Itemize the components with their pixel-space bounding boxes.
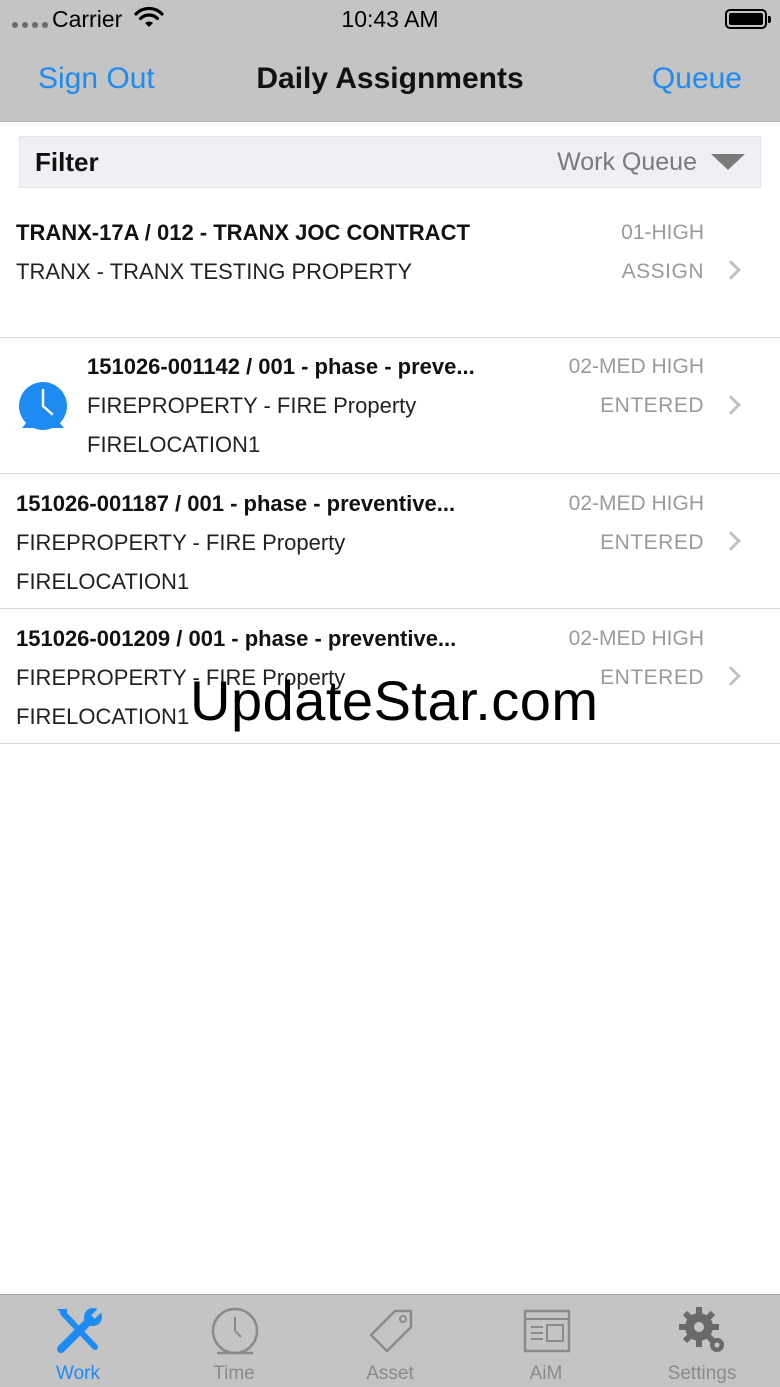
assignment-row[interactable]: 151026-001142 / 001 - phase - preve... F…	[0, 338, 780, 474]
assignment-title: 151026-001187 / 001 - phase - preventive…	[16, 491, 456, 516]
wrench-screwdriver-icon	[57, 1307, 103, 1353]
tab-bar: Work Time Asset AiM Settings	[0, 1294, 780, 1387]
chevron-right-icon	[721, 395, 741, 415]
assignment-property: FIREPROPERTY - FIRE Property	[16, 665, 346, 690]
assignment-row[interactable]: 151026-001187 / 001 - phase - preventive…	[0, 474, 780, 609]
assignment-priority: 02-MED HIGH	[568, 492, 704, 515]
assignment-list: TRANX-17A / 012 - TRANX JOC CONTRACT TRA…	[0, 200, 780, 744]
assignment-status: ENTERED	[600, 394, 704, 417]
assignment-priority: 02-MED HIGH	[568, 355, 704, 378]
clock-icon	[211, 1307, 259, 1355]
assignment-property: FIREPROPERTY - FIRE Property	[16, 530, 346, 555]
tab-label: Settings	[667, 1363, 737, 1384]
filter-bar[interactable]: Filter Work Queue	[19, 136, 761, 188]
tab-time[interactable]: Time	[156, 1295, 312, 1387]
assignment-status: ENTERED	[600, 531, 704, 554]
assignment-row[interactable]: 151026-001209 / 001 - phase - preventive…	[0, 609, 780, 744]
tab-work[interactable]: Work	[0, 1295, 156, 1387]
chevron-right-icon	[721, 260, 741, 280]
alarm-clock-icon	[19, 382, 67, 430]
assignment-title: 151026-001142 / 001 - phase - preve...	[87, 354, 475, 379]
battery-icon	[725, 9, 771, 29]
tab-settings[interactable]: Settings	[624, 1295, 780, 1387]
assignment-status: ENTERED	[600, 666, 704, 689]
assignment-title: TRANX-17A / 012 - TRANX JOC CONTRACT	[16, 220, 470, 245]
status-bar: Carrier 10:43 AM	[0, 0, 780, 40]
chevron-right-icon	[721, 531, 741, 551]
tag-icon	[369, 1309, 413, 1353]
status-time: 10:43 AM	[341, 6, 439, 32]
filter-label: Filter	[35, 146, 99, 177]
assignment-property: FIREPROPERTY - FIRE Property	[87, 393, 417, 418]
chevron-right-icon	[721, 666, 741, 686]
assignment-property: TRANX - TRANX TESTING PROPERTY	[16, 259, 413, 284]
tab-asset[interactable]: Asset	[312, 1295, 468, 1387]
queue-button[interactable]: Queue	[652, 62, 742, 96]
assignment-priority: 01-HIGH	[621, 221, 704, 244]
filter-selector[interactable]: Work Queue	[557, 148, 745, 177]
sign-out-button[interactable]: Sign Out	[38, 62, 155, 96]
filter-value: Work Queue	[557, 147, 697, 176]
tab-label: Time	[213, 1363, 255, 1384]
tab-aim[interactable]: AiM	[468, 1295, 624, 1387]
assignment-status: ASSIGN	[621, 260, 704, 283]
window-icon	[523, 1309, 571, 1353]
top-bar: Carrier 10:43 AM Sign Out Daily Assignme…	[0, 0, 780, 122]
assignment-row[interactable]: TRANX-17A / 012 - TRANX JOC CONTRACT TRA…	[0, 200, 780, 338]
gears-icon	[679, 1307, 724, 1352]
assignment-priority: 02-MED HIGH	[568, 627, 704, 650]
assignment-location: FIRELOCATION1	[16, 704, 190, 729]
dropdown-caret-icon	[711, 154, 745, 170]
assignment-location: FIRELOCATION1	[16, 569, 190, 594]
tab-label: Work	[56, 1363, 100, 1384]
tab-label: Asset	[366, 1363, 414, 1384]
tab-label: AiM	[529, 1363, 563, 1384]
assignment-location: FIRELOCATION1	[87, 432, 261, 457]
navigation-bar: Sign Out Daily Assignments Queue	[0, 50, 780, 110]
assignment-title: 151026-001209 / 001 - phase - preventive…	[16, 626, 457, 651]
